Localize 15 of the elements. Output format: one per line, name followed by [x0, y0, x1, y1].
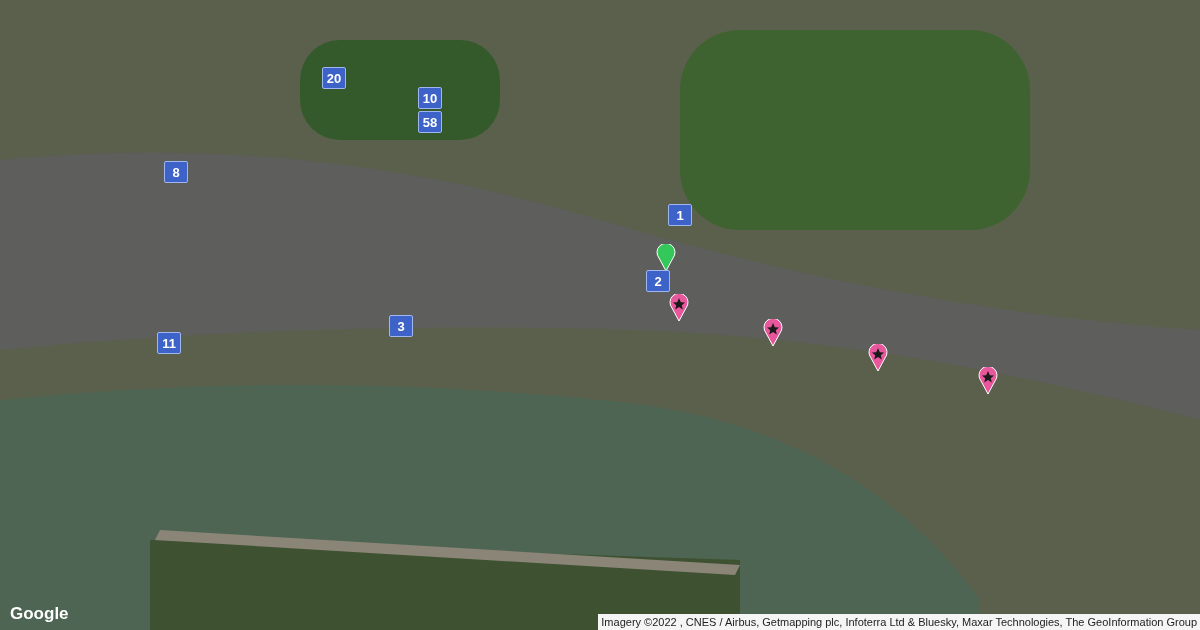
- map-logo: Google: [10, 602, 69, 625]
- star-pin-icon[interactable]: [669, 294, 689, 322]
- numbered-map-marker[interactable]: 3: [389, 315, 413, 337]
- star-pin-icon[interactable]: [978, 367, 998, 395]
- numbered-map-marker[interactable]: 1: [668, 204, 692, 226]
- map-pin-icon[interactable]: [656, 244, 676, 272]
- star-pin-icon[interactable]: [868, 344, 888, 372]
- numbered-map-marker[interactable]: 58: [418, 111, 442, 133]
- map-attribution: Imagery ©2022 , CNES / Airbus, Getmapping plc, Infoterra Ltd & Bluesky, Maxar Technologies, The GeoInformation Group: [598, 614, 1200, 630]
- star-pin-icon[interactable]: [763, 319, 783, 347]
- numbered-map-marker[interactable]: 11: [157, 332, 181, 354]
- numbered-map-marker[interactable]: 8: [164, 161, 188, 183]
- numbered-map-marker[interactable]: 20: [322, 67, 346, 89]
- numbered-map-marker[interactable]: 2: [646, 270, 670, 292]
- numbered-map-marker[interactable]: 10: [418, 87, 442, 109]
